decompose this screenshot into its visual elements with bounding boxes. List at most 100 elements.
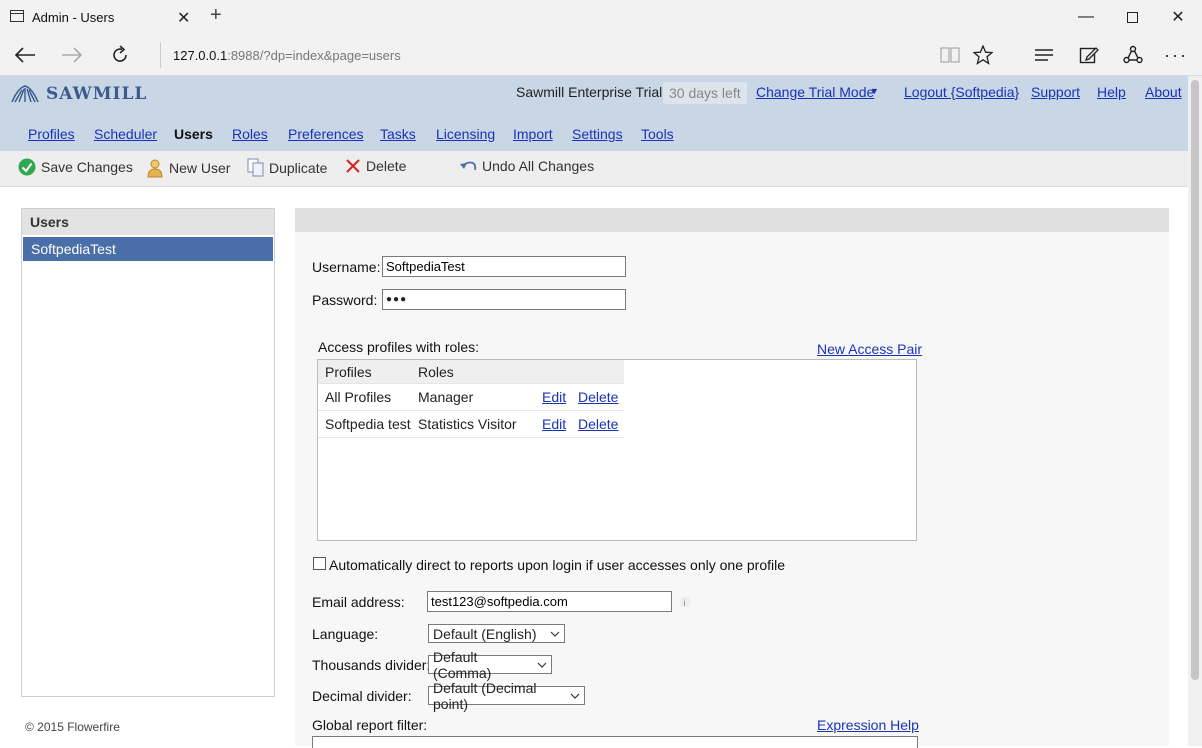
help-link[interactable]: Help — [1097, 84, 1126, 100]
password-input[interactable]: ●●● — [382, 289, 626, 310]
row-profile: All Profiles — [325, 389, 392, 405]
access-pairs-table: Profiles Roles All Profiles Manager Edit… — [317, 359, 917, 541]
table-header-row: Profiles Roles — [318, 360, 624, 384]
svg-text:i: i — [684, 598, 686, 608]
forward-icon[interactable] — [52, 34, 92, 76]
col-profiles-header: Profiles — [325, 364, 372, 380]
undo-all-changes-button[interactable]: Undo All Changes — [459, 158, 594, 174]
chevron-down-icon[interactable]: ▼ — [870, 86, 879, 96]
maximize-icon[interactable] — [1109, 0, 1155, 34]
auto-direct-checkbox[interactable] — [313, 557, 326, 570]
tab-close-icon[interactable]: ✕ — [177, 8, 190, 28]
app-header: SAWMILL Sawmill Enterprise Trial 30 days… — [0, 76, 1188, 151]
menu-users[interactable]: Users — [174, 126, 213, 142]
language-value: Default (English) — [433, 625, 537, 642]
minimize-icon[interactable]: — — [1063, 0, 1109, 34]
menu-preferences[interactable]: Preferences — [288, 126, 363, 142]
new-user-button[interactable]: New User — [146, 158, 230, 178]
decimal-divider-select[interactable]: Default (Decimal point) — [428, 680, 585, 712]
sawmill-logo[interactable]: SAWMILL — [10, 84, 147, 104]
auto-direct-label: Automatically direct to reports upon log… — [329, 557, 786, 573]
menu-roles[interactable]: Roles — [232, 126, 268, 142]
tab-page-icon — [10, 10, 24, 22]
row-profile: Softpedia test — [325, 416, 411, 432]
users-panel: Users SoftpediaTest — [21, 208, 275, 697]
browser-navbar: 127.0.0.1:8988/?dp=index&page=users ··· — [0, 34, 1202, 76]
duplicate-label: Duplicate — [269, 159, 328, 176]
language-label: Language: — [312, 626, 379, 642]
save-changes-label: Save Changes — [41, 159, 133, 175]
days-left-badge: 30 days left — [663, 82, 747, 104]
window-close-icon[interactable]: ✕ — [1155, 0, 1201, 34]
page-scrollbar[interactable] — [1188, 76, 1202, 746]
url-host: 127.0.0.1 — [173, 47, 228, 63]
row-edit-link[interactable]: Edit — [542, 389, 566, 405]
global-report-filter-textarea[interactable] — [312, 736, 918, 748]
copyright: © 2015 Flowerfire — [25, 720, 120, 734]
refresh-icon[interactable] — [100, 34, 140, 76]
language-select[interactable]: Default (English) — [428, 624, 565, 643]
save-changes-button[interactable]: Save Changes — [18, 158, 133, 176]
menu-tasks[interactable]: Tasks — [380, 126, 416, 142]
change-trial-mode-link[interactable]: Change Trial Mode — [756, 84, 874, 100]
row-role: Statistics Visitor — [418, 416, 517, 432]
delete-label: Delete — [366, 158, 407, 174]
expression-help-link[interactable]: Expression Help — [817, 717, 919, 733]
more-icon[interactable]: ··· — [1156, 34, 1196, 76]
url-path: :8988/?dp=index&page=users — [227, 47, 401, 63]
thousands-divider-label: Thousands divider: — [312, 657, 431, 673]
web-note-icon[interactable] — [1069, 34, 1109, 76]
address-bar[interactable]: 127.0.0.1:8988/?dp=index&page=users — [160, 42, 401, 68]
new-tab-icon[interactable]: + — [210, 4, 222, 27]
row-delete-link[interactable]: Delete — [578, 389, 618, 405]
favorite-star-icon[interactable] — [963, 34, 1003, 76]
menu-import[interactable]: Import — [513, 126, 553, 142]
thousands-divider-value: Default (Comma) — [433, 648, 492, 681]
menu-licensing[interactable]: Licensing — [436, 126, 495, 142]
new-access-pair-link[interactable]: New Access Pair — [817, 341, 922, 357]
menu-scheduler[interactable]: Scheduler — [94, 126, 157, 142]
action-toolbar: Save Changes New User Duplicate Delete U… — [0, 151, 1188, 187]
back-icon[interactable] — [5, 34, 45, 76]
thousands-divider-select[interactable]: Default (Comma) — [428, 649, 552, 681]
logout-link[interactable]: Logout {Softpedia} — [904, 84, 1019, 100]
hub-icon[interactable] — [1024, 34, 1064, 76]
support-link[interactable]: Support — [1031, 84, 1080, 100]
chevron-down-icon — [550, 631, 560, 637]
users-panel-title: Users — [22, 209, 274, 235]
browser-tab[interactable]: Admin - Users ✕ — [0, 0, 200, 34]
tab-title: Admin - Users — [32, 9, 115, 25]
new-user-label: New User — [169, 160, 231, 176]
user-form-panel: Username: Password: ●●● Access profiles … — [295, 208, 1169, 748]
user-list-item[interactable]: SoftpediaTest — [23, 237, 273, 261]
email-label: Email address: — [312, 594, 405, 610]
chevron-down-icon — [537, 662, 547, 668]
row-role: Manager — [418, 389, 474, 405]
info-icon[interactable]: i — [679, 596, 691, 608]
username-label: Username: — [312, 259, 381, 275]
duplicate-button[interactable]: Duplicate — [247, 158, 327, 177]
duplicate-icon — [247, 158, 264, 177]
table-row: Softpedia test Statistics Visitor Edit D… — [318, 411, 624, 438]
about-link[interactable]: About — [1145, 84, 1182, 100]
browser-titlebar: Admin - Users ✕ + — ✕ — [0, 0, 1202, 34]
menu-tools[interactable]: Tools — [641, 126, 674, 142]
user-icon — [147, 159, 163, 178]
menu-settings[interactable]: Settings — [572, 126, 623, 142]
username-input[interactable] — [382, 256, 626, 277]
share-icon[interactable] — [1113, 34, 1153, 76]
delete-button[interactable]: Delete — [345, 158, 406, 174]
checkmark-icon — [18, 158, 36, 176]
decimal-divider-label: Decimal divider: — [312, 688, 412, 704]
undo-all-changes-label: Undo All Changes — [482, 158, 595, 174]
row-delete-link[interactable]: Delete — [578, 416, 618, 432]
row-edit-link[interactable]: Edit — [542, 416, 566, 432]
table-row: All Profiles Manager Edit Delete — [318, 384, 624, 411]
menu-profiles[interactable]: Profiles — [28, 126, 75, 142]
sawmill-logo-icon — [11, 85, 39, 103]
access-profiles-label: Access profiles with roles: — [318, 339, 480, 355]
logo-text: SAWMILL — [46, 84, 148, 104]
scrollbar-thumb[interactable] — [1191, 80, 1199, 680]
col-roles-header: Roles — [418, 364, 454, 380]
email-input[interactable] — [427, 591, 672, 612]
